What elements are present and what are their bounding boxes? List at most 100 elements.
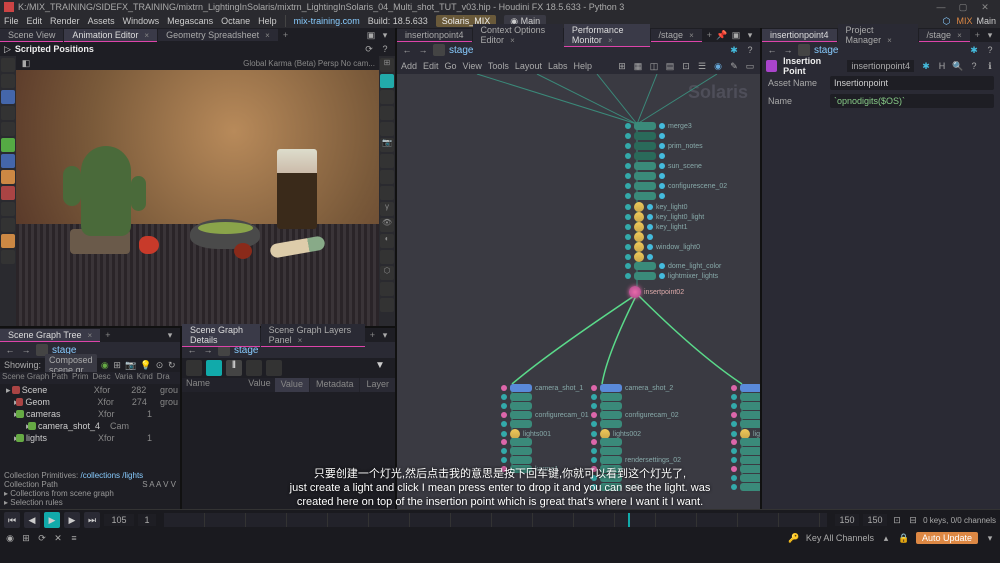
path-stage[interactable]: stage [449, 45, 473, 56]
gear-icon[interactable]: ✱ [968, 44, 980, 56]
path-stage[interactable]: stage [814, 45, 838, 56]
ng-icon[interactable]: ◉ [712, 60, 724, 72]
info-icon[interactable]: ℹ [984, 60, 996, 72]
menu-megascans[interactable]: Megascans [167, 16, 213, 26]
graph-node[interactable]: rendersettings_02 [591, 456, 681, 464]
tool-icon[interactable] [1, 74, 15, 88]
graph-node[interactable]: key_light0 [625, 202, 688, 212]
tl-icon[interactable]: ◉ [4, 532, 16, 544]
graph-node[interactable]: prim_notes [625, 142, 703, 150]
play-button[interactable]: ▶ [44, 512, 60, 528]
pane-menu-icon[interactable]: ▾ [984, 29, 996, 41]
tool-icon[interactable] [1, 234, 15, 248]
graph-node[interactable] [625, 152, 668, 160]
graph-node[interactable] [625, 132, 668, 140]
graph-node[interactable]: sun_scene [625, 162, 702, 170]
tool-icon[interactable] [1, 106, 15, 120]
tool-icon[interactable] [1, 138, 15, 152]
tool-icon[interactable] [1, 202, 15, 216]
add-tab-button[interactable]: + [279, 30, 292, 40]
help-icon[interactable]: ? [968, 60, 980, 72]
subtab-metadata[interactable]: Metadata [310, 378, 360, 392]
col-desc[interactable]: Desc [90, 372, 112, 384]
ng-icon[interactable]: ▦ [632, 60, 644, 72]
graph-node[interactable] [591, 420, 625, 428]
vp-tool-icon[interactable] [380, 250, 394, 264]
sgd-btn[interactable] [206, 360, 222, 376]
ng-menu-help[interactable]: Help [573, 61, 592, 71]
graph-node[interactable]: dome_light_color [625, 262, 721, 270]
ng-menu-go[interactable]: Go [445, 61, 457, 71]
graph-node[interactable]: lightmixer_lights [625, 272, 718, 280]
ng-menu-labs[interactable]: Labs [548, 61, 568, 71]
graph-node[interactable] [625, 172, 668, 180]
help-icon[interactable]: ? [744, 44, 756, 56]
ng-icon[interactable]: ◫ [648, 60, 660, 72]
lock-icon[interactable]: 🔒 [898, 532, 910, 544]
vp-tool-icon[interactable]: ⬡ [380, 266, 394, 280]
back-icon[interactable]: ← [4, 344, 16, 356]
tab-insertionpoint[interactable]: insertionpoint4 [397, 29, 472, 42]
menu-assets[interactable]: Assets [88, 16, 115, 26]
vp-karma-label[interactable]: Karma (Beta) [268, 59, 316, 68]
collection-path[interactable]: /collections /lights [80, 471, 143, 480]
vp-tool-icon[interactable] [380, 186, 394, 200]
graph-node[interactable]: merge3 [625, 122, 692, 130]
pane-menu-icon[interactable]: ▾ [379, 29, 391, 41]
magnet-tool[interactable] [1, 186, 15, 200]
tl-icon[interactable]: ⊡ [891, 514, 903, 526]
tab-insertionpoint-parm[interactable]: insertionpoint4 [762, 29, 837, 42]
current-frame[interactable]: 105 [104, 514, 134, 526]
tab-scene-graph-details[interactable]: Scene Graph Details [182, 324, 260, 347]
vp-tool-icon[interactable] [380, 154, 394, 168]
graph-node[interactable] [731, 393, 760, 401]
tool-icon[interactable] [1, 122, 15, 136]
tab-scene-graph-layers[interactable]: Scene Graph Layers Panel× [261, 324, 365, 347]
fwd-icon[interactable]: → [782, 44, 794, 56]
vp-tool-icon[interactable] [380, 90, 394, 104]
collections-from-graph[interactable]: Collections from scene graph [10, 489, 114, 498]
maximize-button[interactable]: ▢ [952, 2, 974, 13]
ng-menu-add[interactable]: Add [401, 61, 417, 71]
tab-stage[interactable]: /stage× [651, 29, 702, 42]
sgt-icon[interactable]: ⊞ [113, 360, 121, 371]
col-name[interactable]: Name [182, 378, 225, 392]
sgt-icon[interactable]: ↻ [168, 360, 176, 371]
tab-animation-editor[interactable]: Animation Editor× [64, 29, 157, 42]
menu-help[interactable]: Help [258, 16, 277, 26]
pane-menu-icon[interactable]: ▾ [744, 29, 756, 41]
vp-tool-icon[interactable] [380, 122, 394, 136]
scene-graph-row[interactable]: ▸ Geom Xfor 274 grou [0, 396, 180, 408]
menu-file[interactable]: File [4, 16, 19, 26]
vp-global-label[interactable]: Global [243, 59, 266, 68]
vp-tool-icon[interactable] [380, 74, 394, 88]
tool-icon[interactable] [1, 90, 15, 104]
right-main-label[interactable]: Main [976, 16, 996, 26]
graph-node[interactable] [731, 456, 760, 464]
prev-frame-button[interactable]: ◀ [24, 512, 40, 528]
vp-tool-icon[interactable] [380, 170, 394, 184]
scene-graph-row[interactable]: ▸ camera_shot_4 Cam [0, 420, 180, 432]
tab-scene-graph-tree[interactable]: Scene Graph Tree× [0, 329, 100, 342]
add-tab-button[interactable]: + [971, 30, 984, 40]
right-mix-icon[interactable]: ⬡ [940, 15, 952, 27]
graph-node[interactable]: configurecam_01 [501, 411, 589, 419]
close-icon[interactable]: × [265, 31, 270, 40]
help-icon[interactable]: ? [379, 43, 391, 55]
pane-menu-icon[interactable]: ▾ [379, 329, 391, 341]
fwd-icon[interactable]: → [20, 344, 32, 356]
tab-stage-right[interactable]: /stage× [919, 29, 970, 42]
graph-node[interactable]: rop3 [731, 483, 760, 491]
back-icon[interactable]: ← [766, 44, 778, 56]
parm-node-name[interactable]: insertionpoint4 [847, 60, 914, 72]
ng-menu-layout[interactable]: Layout [515, 61, 542, 71]
graph-node[interactable]: camera_shot_3 [731, 384, 760, 392]
auto-update-button[interactable]: Auto Update [916, 532, 978, 544]
add-tab-button[interactable]: + [703, 30, 716, 40]
graph-node[interactable] [501, 447, 535, 455]
name-field[interactable]: `opnodigits($OS)` [830, 94, 994, 108]
graph-node[interactable] [501, 420, 535, 428]
scene-graph-row[interactable]: ▸ lights Xfor 1 [0, 432, 180, 444]
tool-icon[interactable] [1, 154, 15, 168]
col-value[interactable]: Value [225, 378, 275, 392]
